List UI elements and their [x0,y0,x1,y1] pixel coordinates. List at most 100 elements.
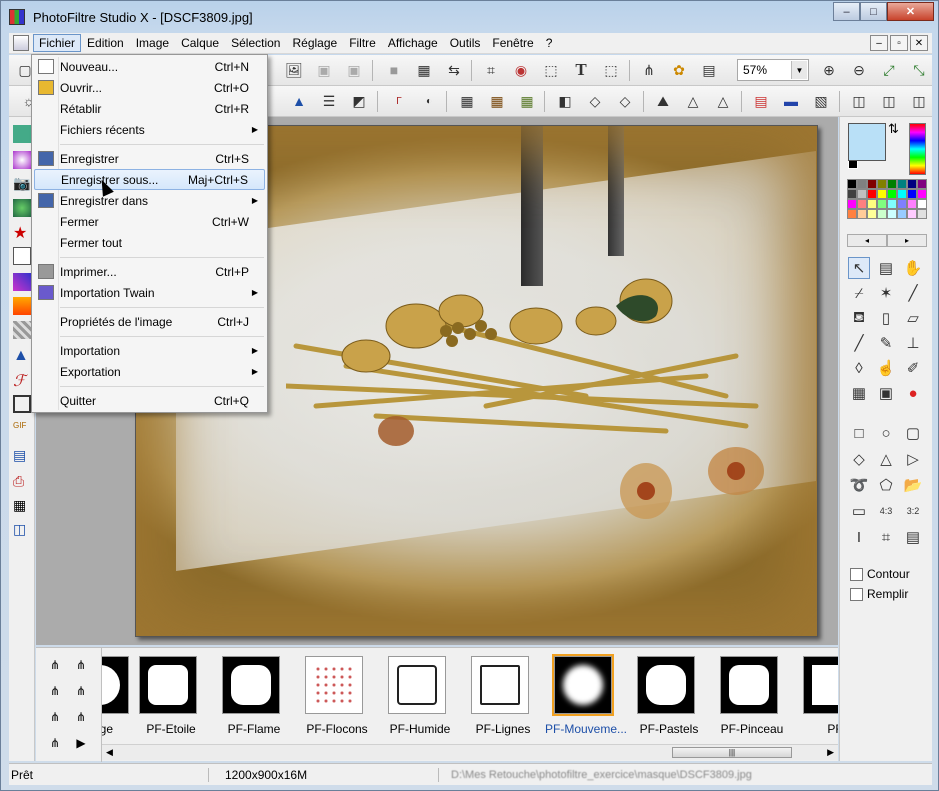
smudge-icon[interactable]: ☝ [875,357,897,379]
palette-swatch[interactable] [847,199,857,209]
scroll-left-icon[interactable]: ◀ [106,747,113,758]
triangle-icon[interactable]: △ [683,91,703,111]
flip-icon[interactable]: ◧ [555,91,575,111]
palette-swatch[interactable] [897,199,907,209]
gif-icon[interactable]: GIF [13,421,31,439]
palette-swatch[interactable] [867,209,877,219]
menu-item-propriétés-de-l-image[interactable]: Propriétés de l'image Ctrl+J [34,311,265,332]
palette-swatch[interactable] [877,209,887,219]
fill-checkbox[interactable] [850,587,863,601]
scroll-thumb[interactable]: ||| [672,747,792,758]
mdi-close-button[interactable]: ✕ [910,35,928,51]
filter-thumbnail[interactable]: PF-Lignes [462,648,544,744]
filter-thumbnail[interactable]: PF-Flocons [296,648,378,744]
copy-icon[interactable]: ◫ [909,91,929,111]
ratio-3-2-icon[interactable]: 3:2 [902,500,924,522]
portrait-icon[interactable]: ▣ [875,382,897,404]
filmstrip-scrollbar[interactable]: ◀ ||| ▶ [102,744,838,760]
play-icon[interactable]: ▶ [72,734,90,752]
drop-outline-icon[interactable]: ◇ [615,91,635,111]
mdi-minimize-button[interactable]: – [870,35,888,51]
levels-icon[interactable]: ▲ [289,91,309,111]
menu-item-enregistrer-dans[interactable]: Enregistrer dans ▶ [34,190,265,211]
color-grid-icon[interactable]: ▦ [414,60,434,80]
crop-icon[interactable]: ⌗ [481,60,501,80]
palette-swatch[interactable] [857,209,867,219]
page-icon[interactable] [13,247,31,265]
menu-item-enregistrer-sous[interactable]: Enregistrer sous... Maj+Ctrl+S [34,169,265,190]
menu-image[interactable]: Image [130,34,175,52]
sepia-grid-icon[interactable]: ▦ [487,91,507,111]
diamond-icon[interactable]: ◇ [848,448,870,470]
gradient-icon[interactable]: ▬ [781,91,801,111]
chevron-right-icon[interactable]: ▸ [887,234,927,247]
pattern-brush-icon[interactable]: ✐ [902,357,924,379]
swap-colors-icon[interactable]: ⇅ [888,121,899,137]
maximize-button[interactable]: □ [860,2,887,21]
print-icon[interactable]: ⎙ [13,473,31,491]
mosaic-icon[interactable]: ▦ [457,91,477,111]
equal-icon[interactable]: ▭ [848,500,870,522]
pattern-grid-icon[interactable]: ▦ [848,382,870,404]
color-spectrum[interactable] [909,123,926,175]
contour-option[interactable]: Contour [850,567,910,581]
palette-swatch[interactable] [877,199,887,209]
crop-marks-icon[interactable]: ⌗ [875,526,897,548]
zoom-out-icon[interactable]: ⊖ [849,60,869,80]
zoom-select[interactable]: 57% ▼ [737,59,809,81]
mountain-icon[interactable]: ⛰ [653,91,673,111]
transform-icon[interactable]: ⇆ [444,60,464,80]
palette-swatch[interactable] [877,189,887,199]
palette-swatch[interactable] [917,189,927,199]
spray-icon[interactable]: ▯ [875,307,897,329]
tree-grid-icon[interactable]: ⋔ [46,734,64,752]
palette-swatch[interactable] [847,209,857,219]
palette-swatch[interactable] [907,179,917,189]
palette-swatch[interactable] [897,179,907,189]
menu-item-nouveau[interactable]: Nouveau... Ctrl+N [34,56,265,77]
filter-thumbnail[interactable]: PF [794,648,838,744]
minimize-button[interactable]: – [833,2,860,21]
pointer-icon[interactable]: ↖ [848,257,870,279]
camera-icon[interactable]: 📷 [13,175,31,193]
triangle-up-icon[interactable]: △ [875,448,897,470]
menu-fen-tre[interactable]: Fenêtre [486,34,539,52]
palette-swatch[interactable] [857,189,867,199]
actual-size-icon[interactable]: ⤡ [909,60,929,80]
menu-edition[interactable]: Edition [81,34,130,52]
tree-select-icon[interactable]: ⋔ [46,708,64,726]
filter-thumbnail[interactable]: PF-Flame [213,648,295,744]
palette-swatch[interactable] [907,199,917,209]
grayscale-icon[interactable]: ■ [384,60,404,80]
tree-add-icon[interactable]: ⋔ [46,656,64,674]
menu-filtre[interactable]: Filtre [343,34,382,52]
plugin-icon[interactable]: ✿ [669,60,689,80]
contrast-auto-icon[interactable]: ◐ [419,91,439,111]
blur-drop-icon[interactable]: ◊ [848,357,870,379]
sphere-icon[interactable] [13,151,31,169]
filter-thumbnail[interactable]: PF-Etoile [130,648,212,744]
book-icon[interactable]: ◫ [849,91,869,111]
chevron-left-icon[interactable]: ◂ [847,234,887,247]
calculator-icon[interactable] [13,125,31,143]
drop-icon[interactable]: ◇ [585,91,605,111]
polygon-icon[interactable]: ⬠ [875,474,897,496]
mdi-restore-button[interactable]: ▫ [890,35,908,51]
thumbnails-icon[interactable]: ▦ [13,497,31,515]
ratio-4-3-icon[interactable]: 4:3 [875,500,897,522]
magic-wand-icon[interactable]: ✶ [875,282,897,304]
palette-scroll[interactable]: ◂ ▸ [847,234,927,247]
gamma-auto-icon[interactable]: Γ [389,91,409,111]
fill-icon[interactable]: ◫ [879,91,899,111]
sliders-icon[interactable]: ☰ [319,91,339,111]
paint-bucket-icon[interactable]: ⛾ [848,307,870,329]
menu-item-imprimer[interactable]: Imprimer... Ctrl+P [34,261,265,282]
text-cursor-icon[interactable]: I [848,526,870,548]
filter-thumbnail[interactable]: PF-Pastels [628,648,710,744]
stamp-icon[interactable]: ⊥ [902,332,924,354]
menu-?[interactable]: ? [540,34,559,52]
app-icon[interactable] [9,9,25,25]
fill-option[interactable]: Remplir [850,587,908,601]
close-button[interactable]: ✕ [887,2,934,21]
menu-calque[interactable]: Calque [175,34,225,52]
